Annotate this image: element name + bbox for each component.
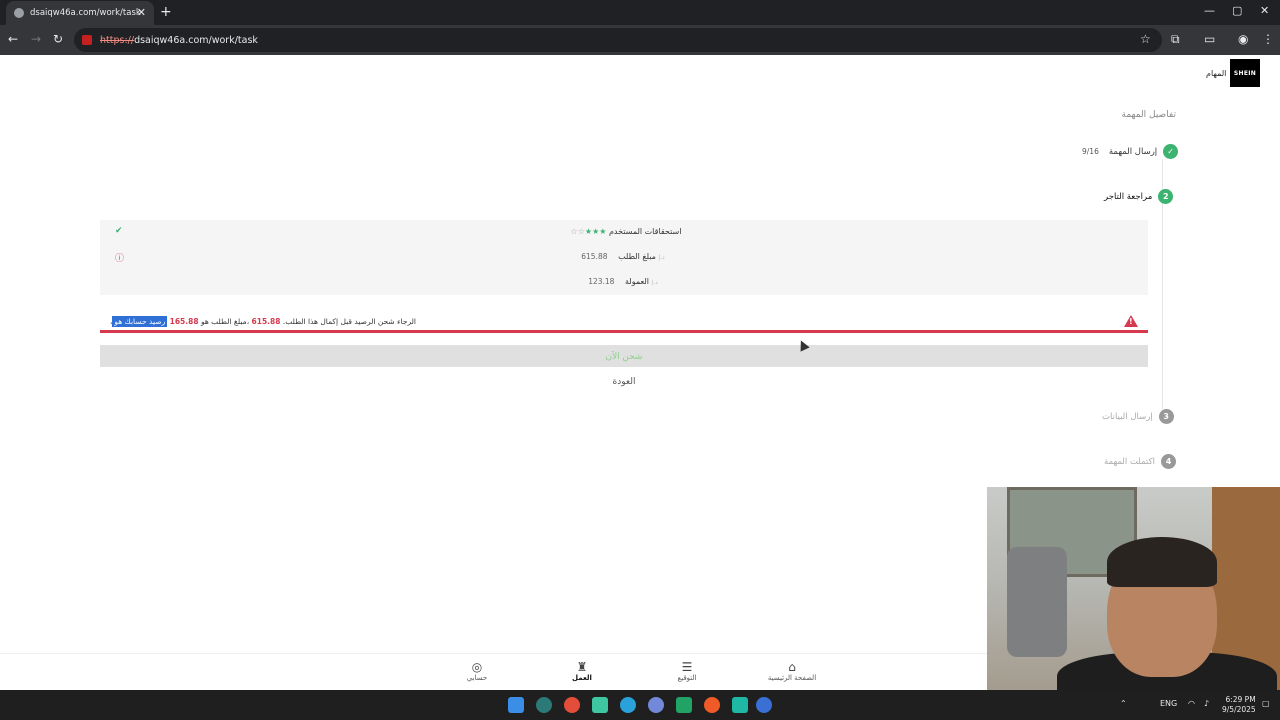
recharge-button[interactable]: شحن الآن <box>100 345 1148 367</box>
back-link[interactable]: العودة <box>0 377 1248 387</box>
browser-tab[interactable]: dsaiqw46a.com/work/task ✕ <box>6 1 154 25</box>
close-tab-icon[interactable]: ✕ <box>137 6 146 19</box>
user-rights-row: ☆☆★★★ استحقاقات المستخدم <box>100 227 1148 236</box>
cast-icon[interactable]: ▭ <box>1204 33 1215 45</box>
commission-label: العمولة <box>624 277 649 286</box>
home-icon: ⌂ <box>788 660 796 674</box>
app-icon[interactable] <box>732 697 748 713</box>
close-window-icon[interactable]: ✕ <box>1260 4 1269 17</box>
windows-taskbar: ⌃ ENG ◠ ♪ 6:29 PM 9/5/2025 ▢ <box>0 690 1280 720</box>
step-label: إرسال المهمة <box>1108 146 1158 157</box>
alert-balance: 165.88 <box>169 317 199 326</box>
logo-label: المهام <box>1206 69 1227 78</box>
user-icon: ◎ <box>471 660 483 674</box>
alert-order-amount: 615.88 <box>251 317 281 326</box>
currency: د.إ <box>658 254 665 261</box>
not-secure-icon[interactable] <box>82 35 92 45</box>
nav-label: الصفحة الرئيسية <box>767 674 817 682</box>
reload-icon[interactable]: ↻ <box>53 33 63 45</box>
order-amount-row: 615.88 د.إ مبلغ الطلب <box>100 252 1148 261</box>
bookmark-star-icon[interactable]: ☆ <box>1140 33 1151 45</box>
clock-time: 6:29 PM <box>1225 695 1256 704</box>
step-2: مراجعة التاجر 2 <box>1104 189 1174 204</box>
user-rights-label: استحقاقات المستخدم <box>608 227 682 236</box>
url-scheme: https:// <box>100 34 135 46</box>
volume-icon[interactable]: ♪ <box>1204 699 1209 708</box>
address-bar[interactable]: https:// dsaiqw46a.com/work/task <box>74 28 1162 52</box>
new-tab-icon[interactable]: + <box>160 4 172 20</box>
currency: د.إ <box>651 279 658 286</box>
nav-item-home[interactable]: ⌂ الصفحة الرئيسية <box>752 660 832 682</box>
language-indicator[interactable]: ENG <box>1160 699 1177 708</box>
favicon-icon <box>14 8 24 18</box>
minimize-icon[interactable]: — <box>1204 4 1215 17</box>
tab-strip: dsaiqw46a.com/work/task ✕ + — ▢ ✕ <box>0 0 1280 25</box>
webcam-overlay <box>987 487 1280 696</box>
order-amount-label: مبلغ الطلب <box>618 252 656 261</box>
nav-label: العمل <box>572 674 592 682</box>
app-icon[interactable] <box>704 697 720 713</box>
notification-icon[interactable]: ▢ <box>1262 699 1270 708</box>
nav-item-account[interactable]: ◎ حسابي <box>437 660 517 682</box>
webcam-chair <box>1007 547 1067 657</box>
list-icon: ☰ <box>681 660 693 674</box>
alert-middle: ،مبلغ الطلب هو <box>200 317 250 326</box>
nav-label: التوقيع <box>677 674 697 682</box>
order-amount-value: 615.88 <box>581 252 608 261</box>
edge-icon[interactable] <box>536 697 552 713</box>
wifi-icon[interactable]: ◠ <box>1188 699 1195 708</box>
webcam-person-hair <box>1107 537 1217 587</box>
extensions-icon[interactable]: ⧉ <box>1171 33 1180 45</box>
nav-label: حسابي <box>466 674 488 682</box>
chevron-up-icon[interactable]: ⌃ <box>1120 699 1127 708</box>
alert-highlight: رصيد حسابك هو <box>112 316 168 327</box>
back-icon[interactable]: ← <box>8 33 18 45</box>
rating-stars: ☆☆★★★ <box>570 227 607 236</box>
step-number: 2 <box>1158 189 1174 204</box>
step-number: 4 <box>1161 454 1177 469</box>
start-icon[interactable] <box>508 697 524 713</box>
step-label: إرسال البيانات <box>1102 411 1153 422</box>
checkmark-icon: ✓ <box>1163 144 1179 159</box>
shein-logo[interactable]: SHEIN <box>1230 59 1260 87</box>
clock[interactable]: 6:29 PM 9/5/2025 <box>1222 695 1256 715</box>
tab-title: dsaiqw46a.com/work/task <box>30 8 141 18</box>
profile-icon[interactable]: ◉ <box>1238 33 1248 45</box>
forward-icon[interactable]: → <box>31 33 41 45</box>
discord-icon[interactable] <box>648 697 664 713</box>
menu-icon[interactable]: ⋮ <box>1262 33 1274 45</box>
step-label: اكتملت المهمة <box>1104 456 1156 467</box>
browser-toolbar: ← → ↻ https:// dsaiqw46a.com/work/task ☆… <box>0 25 1280 55</box>
clock-date: 9/5/2025 <box>1222 705 1256 714</box>
alert-message: ،الرجاء شحن الرصيد قبل إكمال هذا الطلب. … <box>110 316 416 327</box>
excel-icon[interactable] <box>676 697 692 713</box>
telegram-icon[interactable] <box>620 697 636 713</box>
commission-row: 123.18 د.إ العمولة <box>100 277 1148 286</box>
url-text: dsaiqw46a.com/work/task <box>134 34 258 46</box>
maximize-icon[interactable]: ▢ <box>1232 4 1242 17</box>
nav-item-signing[interactable]: ☰ التوقيع <box>647 660 727 682</box>
work-icon: ♜ <box>576 660 588 674</box>
chrome-icon[interactable] <box>756 697 772 713</box>
warning-triangle-icon <box>1124 315 1138 327</box>
step-number: 3 <box>1158 409 1174 424</box>
insufficient-balance-alert: ،الرجاء شحن الرصيد قبل إكمال هذا الطلب. … <box>100 313 1148 333</box>
step-count: 9/16 <box>1082 147 1099 156</box>
step-label: مراجعة التاجر <box>1104 191 1153 202</box>
app-icon[interactable] <box>592 697 608 713</box>
chrome-icon[interactable] <box>564 697 580 713</box>
step-1: 9/16 إرسال المهمة ✓ <box>1082 144 1179 159</box>
section-title: تفاصيل المهمة <box>1121 110 1176 120</box>
step-4: اكتملت المهمة 4 <box>1104 454 1177 469</box>
step-3: إرسال البيانات 3 <box>1102 409 1174 424</box>
commission-value: 123.18 <box>588 277 615 286</box>
nav-item-work[interactable]: ♜ العمل <box>542 660 622 682</box>
merchant-review-panel: ✔ ⓘ ☆☆★★★ استحقاقات المستخدم 615.88 د.إ … <box>100 220 1148 295</box>
